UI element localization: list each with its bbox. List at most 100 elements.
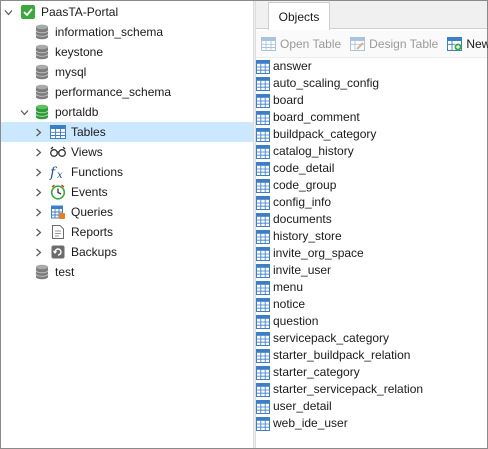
- design-table-label: Design Table: [369, 36, 439, 51]
- objects-panel: Objects Open Table Design Table New answ…: [256, 1, 488, 448]
- tree-item-events[interactable]: Events: [1, 182, 253, 202]
- table-icon: [256, 365, 270, 380]
- chevron-right-icon[interactable]: [33, 162, 43, 182]
- tree-item-queries[interactable]: Queries: [1, 202, 253, 222]
- table-list-item[interactable]: code_group: [256, 177, 487, 194]
- queries-icon: [49, 203, 67, 221]
- tree-item-backups[interactable]: Backups: [1, 242, 253, 262]
- table-icon: [256, 161, 270, 176]
- table-name: documents: [273, 212, 332, 226]
- table-icon: [256, 331, 270, 346]
- new-table-label: New: [466, 36, 488, 51]
- table-list-item[interactable]: notice: [256, 296, 487, 313]
- table-list-item[interactable]: buildpack_category: [256, 126, 487, 143]
- chevron-down-icon[interactable]: [19, 102, 29, 122]
- tree-item-reports[interactable]: Reports: [1, 222, 253, 242]
- database-icon: [33, 43, 51, 61]
- tree-item-label: portaldb: [55, 105, 99, 119]
- chevron-down-icon[interactable]: [3, 2, 13, 22]
- events-icon: [49, 183, 67, 201]
- chevron-right-icon[interactable]: [33, 202, 43, 222]
- chevron-right-icon[interactable]: [33, 122, 43, 142]
- new-table-button[interactable]: New: [446, 36, 488, 52]
- table-list-item[interactable]: invite_user: [256, 262, 487, 279]
- tree-item-database[interactable]: information_schema: [1, 22, 253, 42]
- table-list-item[interactable]: board: [256, 92, 487, 109]
- table-list-item[interactable]: catalog_history: [256, 143, 487, 160]
- tree-item-functions[interactable]: f x Functions: [1, 162, 253, 182]
- table-icon: [256, 229, 270, 244]
- tree-item-label: performance_schema: [55, 85, 172, 99]
- design-table-button[interactable]: Design Table: [349, 36, 438, 52]
- table-icon: [256, 144, 270, 159]
- tree-item-database-open[interactable]: portaldb: [1, 102, 253, 122]
- new-table-icon: [446, 36, 462, 52]
- tree-item-label: PaasTA-Portal: [41, 5, 119, 19]
- table-list-item[interactable]: question: [256, 313, 487, 330]
- table-name: starter_servicepack_relation: [273, 382, 424, 396]
- table-list-item[interactable]: user_detail: [256, 398, 487, 415]
- table-icon: [256, 127, 270, 142]
- tree-item-database[interactable]: test: [1, 262, 253, 282]
- database-open-icon: [33, 103, 51, 121]
- table-name: buildpack_category: [273, 127, 377, 141]
- tree-item-label: Functions: [71, 165, 124, 179]
- tree-item-label: Reports: [71, 225, 114, 239]
- tree-item-label: Tables: [71, 125, 106, 139]
- navigator-tree: PaasTA-Portal information_schema keyston…: [1, 1, 253, 448]
- table-list-item[interactable]: invite_org_space: [256, 245, 487, 262]
- table-name: auto_scaling_config: [273, 76, 380, 90]
- table-list-item[interactable]: answer: [256, 58, 487, 75]
- tree-item-tables[interactable]: Tables: [1, 122, 253, 142]
- table-name: board_comment: [273, 110, 360, 124]
- table-list-item[interactable]: config_info: [256, 194, 487, 211]
- backups-icon: [49, 243, 67, 261]
- table-icon: [256, 263, 270, 278]
- table-list-item[interactable]: code_detail: [256, 160, 487, 177]
- open-table-icon: [260, 36, 276, 52]
- table-list-item[interactable]: documents: [256, 211, 487, 228]
- table-icon: [256, 416, 270, 431]
- database-icon: [33, 63, 51, 81]
- connection-icon: [19, 3, 37, 21]
- open-table-label: Open Table: [280, 36, 342, 51]
- tree-item-database[interactable]: performance_schema: [1, 82, 253, 102]
- table-name: servicepack_category: [273, 331, 390, 345]
- tree-item-views[interactable]: Views: [1, 142, 253, 162]
- table-name: user_detail: [273, 399, 332, 413]
- tree-item-database[interactable]: mysql: [1, 62, 253, 82]
- open-table-button[interactable]: Open Table: [260, 36, 341, 52]
- table-icon: [256, 399, 270, 414]
- table-icon: [256, 212, 270, 227]
- table-icon: [256, 314, 270, 329]
- table-name: board: [273, 93, 304, 107]
- table-list-item[interactable]: board_comment: [256, 109, 487, 126]
- chevron-right-icon[interactable]: [33, 142, 43, 162]
- table-list-item[interactable]: auto_scaling_config: [256, 75, 487, 92]
- reports-icon: [49, 223, 67, 241]
- table-list-item[interactable]: web_ide_user: [256, 415, 487, 432]
- chevron-right-icon[interactable]: [33, 182, 43, 202]
- tree-item-database[interactable]: keystone: [1, 42, 253, 62]
- chevron-right-icon[interactable]: [33, 242, 43, 262]
- table-icon: [256, 297, 270, 312]
- table-name: notice: [273, 297, 306, 311]
- table-list-item[interactable]: history_store: [256, 228, 487, 245]
- table-icon: [256, 76, 270, 91]
- table-name: starter_category: [273, 365, 360, 379]
- table-list-item[interactable]: starter_category: [256, 364, 487, 381]
- tab-bar: Objects: [256, 1, 487, 30]
- objects-toolbar: Open Table Design Table New: [256, 30, 488, 58]
- table-list-item[interactable]: menu: [256, 279, 487, 296]
- tab-objects[interactable]: Objects: [268, 2, 330, 30]
- database-icon: [33, 83, 51, 101]
- table-name: invite_user: [273, 263, 332, 277]
- table-list-item[interactable]: starter_buildpack_relation: [256, 347, 487, 364]
- tree-item-connection[interactable]: PaasTA-Portal: [1, 2, 253, 22]
- database-icon: [33, 23, 51, 41]
- chevron-right-icon[interactable]: [33, 222, 43, 242]
- table-list-item[interactable]: starter_servicepack_relation: [256, 381, 487, 398]
- table-list-item[interactable]: servicepack_category: [256, 330, 487, 347]
- table-name: history_store: [273, 229, 342, 243]
- table-name: starter_buildpack_relation: [273, 348, 411, 362]
